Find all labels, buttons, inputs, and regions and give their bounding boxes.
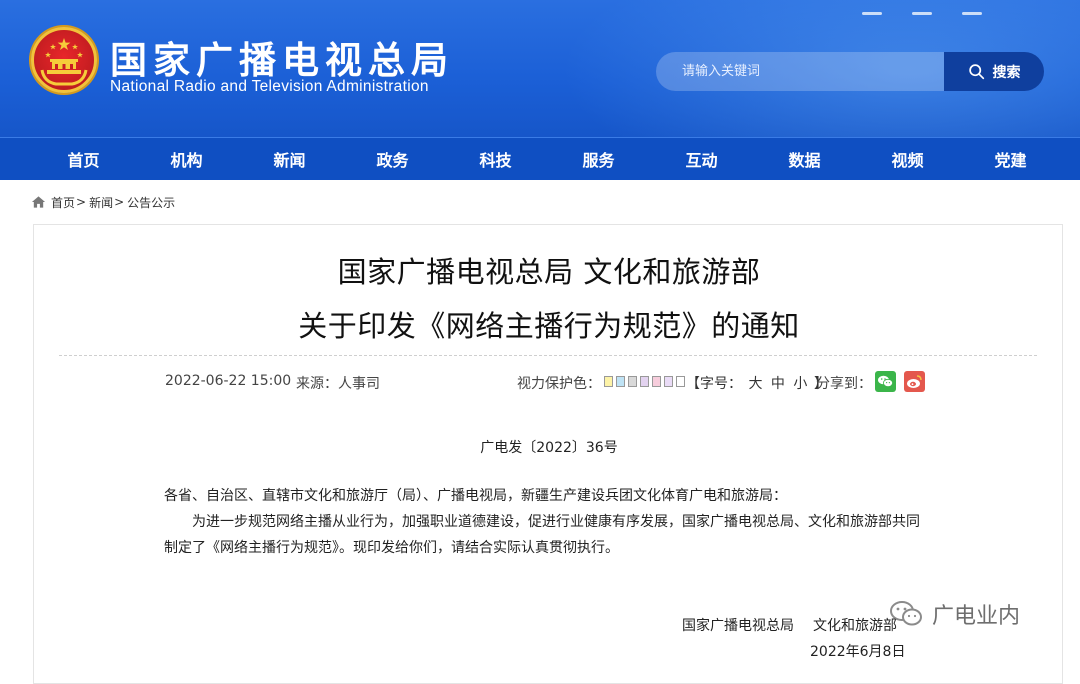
- divider: [59, 355, 1037, 356]
- search-button-label: 搜索: [992, 64, 1021, 81]
- eye-care-swatch-pink[interactable]: [652, 376, 661, 387]
- article-title-line2: 关于印发《网络主播行为规范》的通知: [298, 309, 800, 343]
- nav-item-technology[interactable]: 科技: [444, 138, 547, 180]
- eye-care-swatch-violet[interactable]: [664, 376, 673, 387]
- document-number: 广电发〔2022〕36号: [480, 440, 618, 456]
- search-button[interactable]: 搜索: [944, 52, 1044, 91]
- wechat-watermark: 广电业内: [888, 598, 1020, 630]
- sign-date: 2022年6月8日: [810, 644, 906, 660]
- signer-ministry-culture-tourism: 文化和旅游部: [813, 618, 897, 634]
- search-bar: 搜索: [656, 52, 1044, 91]
- breadcrumb-announcements-link[interactable]: 公告公示: [127, 194, 175, 211]
- breadcrumb-separator: >: [76, 195, 87, 209]
- font-size-control: 【字号： 大 中 小 】: [686, 373, 828, 393]
- nav-item-organization[interactable]: 机构: [135, 138, 238, 180]
- font-size-small[interactable]: 小: [793, 376, 807, 392]
- home-icon: [31, 196, 46, 208]
- nav-item-home[interactable]: 首页: [32, 138, 135, 180]
- eye-care-color-options: [604, 376, 685, 387]
- wechat-icon[interactable]: [875, 371, 896, 392]
- wechat-watermark-icon: [890, 601, 922, 626]
- eye-care-label: 视力保护色：: [517, 376, 601, 392]
- article-title-line1: 国家广播电视总局 文化和旅游部: [337, 255, 761, 289]
- nav-item-interaction[interactable]: 互动: [650, 138, 753, 180]
- breadcrumb-news-link[interactable]: 新闻: [89, 194, 113, 211]
- article-datetime: 2022-06-22 15:00: [165, 373, 292, 389]
- site-subtitle: National Radio and Television Administra…: [110, 78, 429, 95]
- breadcrumb-home-link[interactable]: 首页: [51, 194, 75, 211]
- national-emblem-logo[interactable]: [31, 27, 97, 93]
- search-input[interactable]: [656, 52, 956, 91]
- top-decoration: [862, 0, 1062, 15]
- emblem-icon: [40, 38, 88, 86]
- share-label: 分享到：: [816, 376, 872, 392]
- site-title: 国家广播电视总局: [110, 39, 454, 82]
- eye-care-swatch-lavender[interactable]: [640, 376, 649, 387]
- weibo-icon[interactable]: [904, 371, 925, 392]
- nav-item-services[interactable]: 服务: [547, 138, 650, 180]
- nav-item-news[interactable]: 新闻: [238, 138, 341, 180]
- article-paragraph-addressees: 各省、自治区、直辖市文化和旅游厅（局）、广播电视局，新疆生产建设兵团文化体育广电…: [164, 488, 787, 504]
- eye-care-swatch-yellow[interactable]: [604, 376, 613, 387]
- breadcrumb-separator: >: [114, 195, 125, 209]
- watermark-text: 广电业内: [932, 604, 1021, 629]
- signer-nrta: 国家广播电视总局: [682, 618, 794, 634]
- nav-item-video[interactable]: 视频: [856, 138, 959, 180]
- eye-care-swatch-white[interactable]: [676, 376, 685, 387]
- font-size-medium[interactable]: 中: [771, 376, 785, 392]
- nav-item-party-building[interactable]: 党建: [959, 138, 1062, 180]
- article-paragraph-body: 为进一步规范网络主播从业行为，加强职业道德建设，促进行业健康有序发展，国家广播电…: [164, 514, 920, 556]
- font-size-large[interactable]: 大: [748, 376, 762, 392]
- font-size-label: 【字号：: [686, 376, 742, 392]
- main-nav: 首页 机构 新闻 政务 科技 服务 互动 数据 视频 党建: [0, 137, 1080, 180]
- breadcrumb: 首页 > 新闻 > 公告公示: [31, 193, 175, 211]
- nav-item-government-affairs[interactable]: 政务: [341, 138, 444, 180]
- article-source: 来源：人事司: [296, 376, 380, 392]
- site-header: 国家广播电视总局 National Radio and Television A…: [0, 0, 1080, 137]
- eye-care-swatch-blue[interactable]: [616, 376, 625, 387]
- nav-item-data[interactable]: 数据: [753, 138, 856, 180]
- eye-care-swatch-gray[interactable]: [628, 376, 637, 387]
- search-icon: [968, 64, 984, 80]
